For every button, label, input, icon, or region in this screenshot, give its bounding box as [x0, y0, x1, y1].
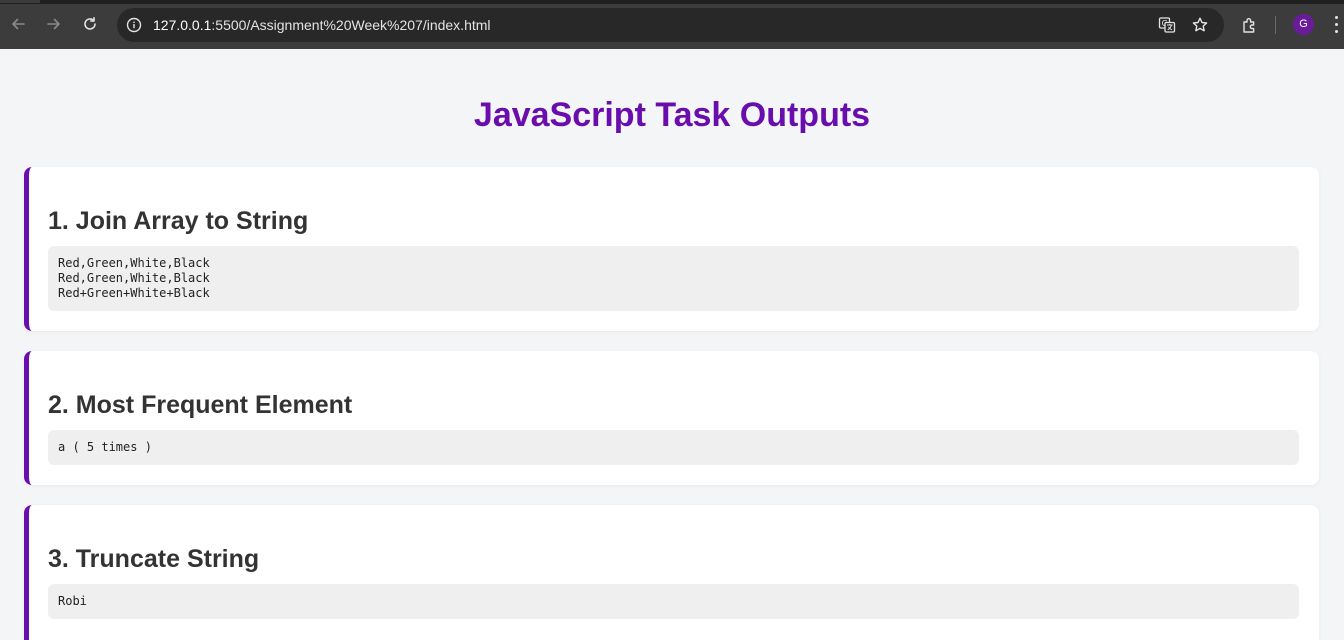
bookmark-star-icon: [1192, 17, 1208, 32]
url-path: :5500/Assignment%20Week%207/index.html: [211, 17, 491, 33]
task-output: a ( 5 times ): [48, 430, 1299, 465]
output-line: Robi: [58, 594, 87, 608]
output-line: Red,Green,White,Black: [58, 271, 210, 285]
extensions-icon: [1243, 18, 1255, 33]
tab-strip-edge: [0, 0, 1344, 4]
address-bar[interactable]: 127.0.0.1:5500/Assignment%20Week%207/ind…: [117, 8, 1224, 42]
toolbar-divider: [1275, 16, 1276, 34]
translate-button[interactable]: G: [1157, 15, 1177, 35]
forward-button[interactable]: [42, 12, 66, 36]
reload-button[interactable]: [78, 12, 102, 36]
task-card-most-frequent: 2. Most Frequent Element a ( 5 times ): [24, 351, 1319, 485]
output-line: Red,Green,White,Black: [58, 256, 210, 270]
task-output: Robi: [48, 584, 1299, 619]
output-line: Red+Green+White+Black: [58, 286, 210, 300]
forward-arrow-icon: [47, 18, 60, 30]
site-info-button[interactable]: [125, 16, 143, 34]
url-text[interactable]: 127.0.0.1:5500/Assignment%20Week%207/ind…: [153, 8, 491, 42]
reload-icon: [84, 17, 96, 30]
extensions-button[interactable]: [1239, 14, 1261, 36]
translate-icon: G: [1158, 17, 1176, 33]
output-line: a ( 5 times ): [58, 440, 152, 454]
task-heading: 2. Most Frequent Element: [48, 391, 353, 419]
site-info-icon: [126, 17, 142, 33]
task-card-truncate: 3. Truncate String Robi: [24, 505, 1319, 640]
url-host: 127.0.0.1: [153, 17, 212, 33]
profile-avatar[interactable]: G: [1293, 14, 1314, 35]
task-output: Red,Green,White,Black Red,Green,White,Bl…: [48, 246, 1299, 311]
task-card-join: 1. Join Array to String Red,Green,White,…: [24, 167, 1319, 331]
task-heading: 3. Truncate String: [48, 545, 260, 573]
menu-kebab-icon[interactable]: [1334, 16, 1340, 34]
bookmark-button[interactable]: [1190, 15, 1210, 35]
back-arrow-icon: [12, 18, 25, 30]
task-heading: 1. Join Array to String: [48, 207, 309, 235]
browser-toolbar: 127.0.0.1:5500/Assignment%20Week%207/ind…: [0, 0, 1344, 49]
page-title: JavaScript Task Outputs: [473, 96, 871, 134]
back-button[interactable]: [6, 12, 30, 36]
